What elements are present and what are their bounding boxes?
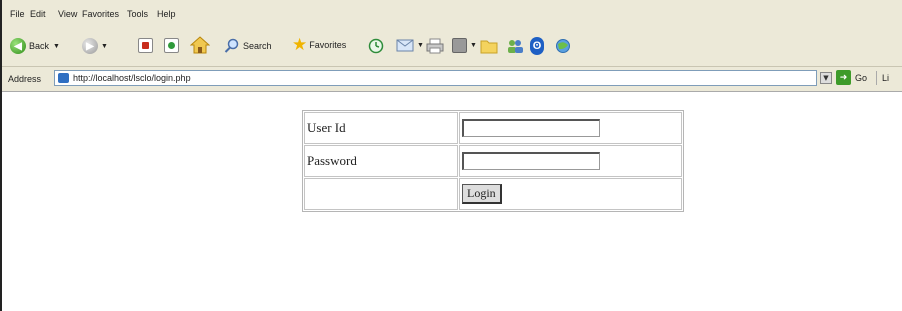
mail-button[interactable]: ▼	[396, 37, 424, 53]
page-content: User Id Password Login	[2, 92, 902, 311]
back-dropdown-icon[interactable]: ▼	[53, 43, 60, 50]
folder-icon	[480, 40, 498, 54]
bluetooth-button[interactable]: ʘ	[530, 37, 544, 55]
history-icon	[368, 38, 384, 54]
menu-view[interactable]: View	[58, 9, 77, 19]
empty-cell	[304, 178, 458, 210]
messenger-icon	[508, 40, 523, 53]
login-form: User Id Password Login	[302, 110, 684, 212]
star-icon: ★	[292, 35, 308, 54]
forward-arrow-icon: ▶	[82, 38, 98, 54]
userid-input[interactable]	[462, 119, 600, 137]
login-button[interactable]: Login	[462, 184, 502, 204]
bluetooth-icon: ʘ	[530, 37, 544, 55]
menu-favorites[interactable]: Favorites	[82, 9, 119, 19]
go-button[interactable]: Go	[855, 73, 867, 83]
forward-dropdown-icon[interactable]: ▼	[101, 43, 108, 50]
address-label: Address	[8, 74, 42, 84]
toolbar: ◀ Back ▼ ▶ ▼ Search ★ Favorites ▼ ▼ ʘ	[2, 26, 902, 67]
menu-tools[interactable]: Tools	[127, 9, 148, 19]
userid-cell	[459, 112, 682, 144]
refresh-button[interactable]	[164, 38, 179, 53]
links-button[interactable]: Li	[882, 73, 889, 83]
search-label: Search	[243, 41, 272, 51]
password-cell	[459, 145, 682, 177]
research-button[interactable]	[554, 38, 572, 54]
address-bar: Address http://localhost/lsclo/login.php…	[2, 67, 902, 92]
page-icon	[58, 73, 69, 83]
stop-button[interactable]	[138, 38, 153, 53]
folder-button[interactable]	[480, 38, 498, 54]
favorites-label: Favorites	[309, 40, 347, 50]
search-button[interactable]: Search	[224, 38, 272, 54]
back-button[interactable]: ◀ Back ▼	[10, 38, 60, 54]
address-input[interactable]: http://localhost/lsclo/login.php	[54, 70, 817, 86]
userid-label: User Id	[304, 112, 458, 144]
stop-icon	[138, 38, 153, 53]
history-button[interactable]	[368, 38, 384, 54]
refresh-icon	[164, 38, 179, 53]
back-label: Back	[29, 41, 50, 51]
research-icon	[556, 39, 570, 53]
mail-icon	[396, 39, 414, 52]
edit-dropdown-icon[interactable]: ▼	[470, 42, 477, 49]
go-arrow-icon[interactable]: ➜	[836, 70, 851, 85]
submit-cell: Login	[459, 178, 682, 210]
password-label: Password	[304, 145, 458, 177]
print-icon	[426, 38, 444, 54]
messenger-button[interactable]	[506, 38, 524, 54]
search-icon	[224, 38, 239, 53]
toolbar-divider	[876, 71, 877, 85]
menu-edit[interactable]: Edit	[30, 9, 46, 19]
mail-dropdown-icon[interactable]: ▼	[417, 42, 424, 49]
browser-window: File Edit View Favorites Tools Help ◀ Ba…	[0, 0, 902, 311]
back-arrow-icon: ◀	[10, 38, 26, 54]
userid-row: User Id	[304, 112, 682, 144]
favorites-button[interactable]: ★ Favorites	[292, 35, 347, 54]
address-dropdown-icon[interactable]: ▼	[820, 72, 832, 84]
address-url: http://localhost/lsclo/login.php	[73, 73, 191, 83]
edit-button[interactable]: ▼	[452, 38, 477, 53]
forward-button[interactable]: ▶ ▼	[82, 38, 108, 54]
menu-help[interactable]: Help	[157, 9, 176, 19]
password-input[interactable]	[462, 152, 600, 170]
home-icon	[190, 36, 210, 54]
menu-bar: File Edit View Favorites Tools Help	[2, 0, 902, 27]
menu-file[interactable]: File	[10, 9, 25, 19]
edit-page-icon	[452, 38, 467, 53]
print-button[interactable]	[426, 38, 444, 54]
submit-row: Login	[304, 178, 682, 210]
password-row: Password	[304, 145, 682, 177]
home-button[interactable]	[190, 36, 210, 54]
